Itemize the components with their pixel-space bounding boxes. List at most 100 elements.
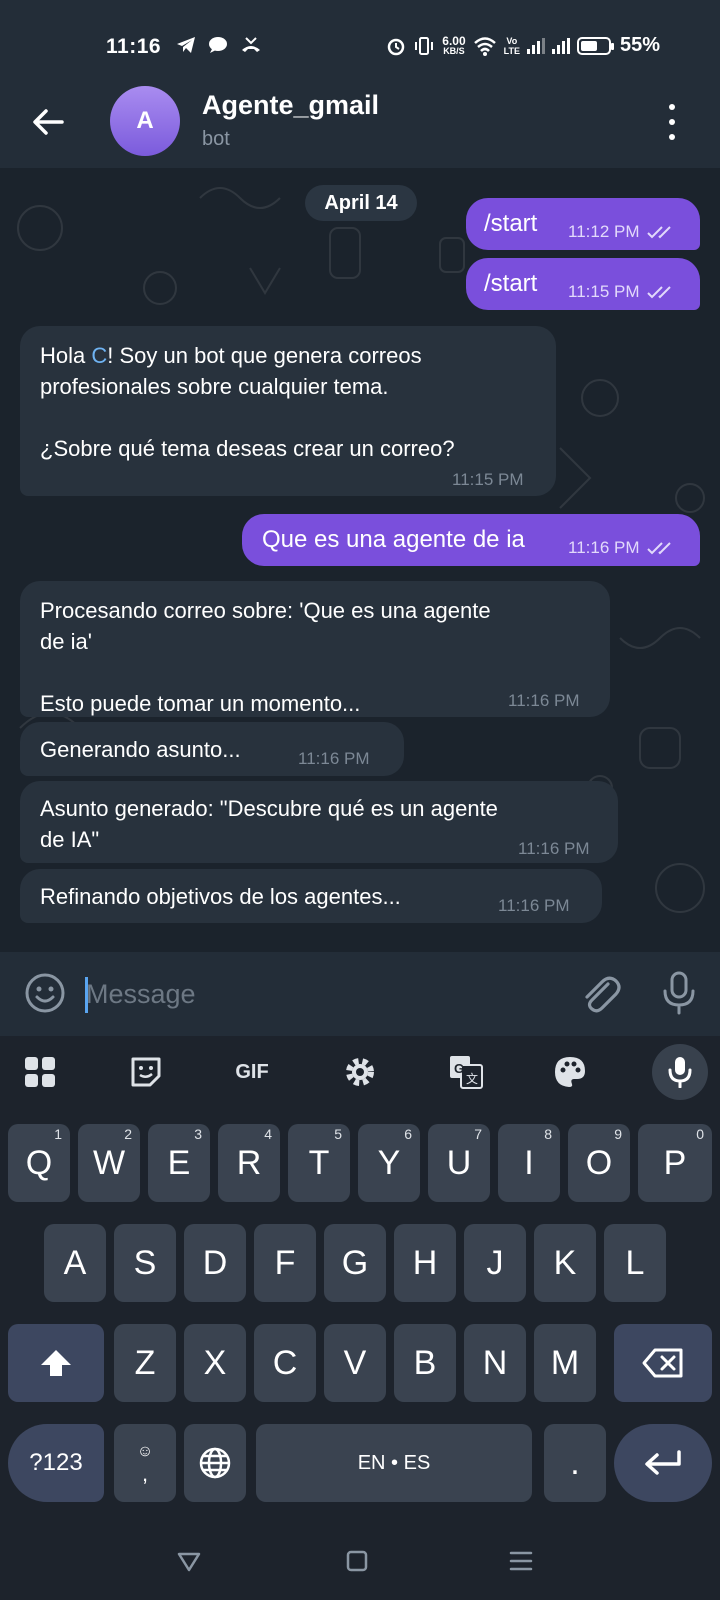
chat-subtitle: bot (202, 128, 230, 150)
battery-icon (576, 36, 614, 55)
key-hint: 3 (194, 1126, 202, 1142)
alarm-icon (388, 38, 405, 55)
apps-grid-icon[interactable] (22, 1054, 58, 1090)
language-globe-key[interactable] (184, 1424, 246, 1502)
key-u[interactable]: U7 (428, 1124, 490, 1202)
recents-menu-icon[interactable] (506, 1546, 536, 1576)
key-label: U (446, 1143, 472, 1182)
theme-palette-icon[interactable] (552, 1054, 588, 1090)
period-key[interactable]: . (544, 1424, 606, 1502)
keyboard: GIF G文 Q1 W2 E3 R4 T5 Y6 U7 I8 O9 P0 A S… (0, 1036, 720, 1526)
text-line: Esto puede tomar un momento... (40, 691, 361, 716)
text-line: Asunto generado: "Descubre qué es un age… (40, 796, 498, 821)
incoming-message[interactable]: Refinando objetivos de los agentes... 11… (20, 869, 602, 923)
back-arrow-icon[interactable] (28, 102, 68, 142)
vibrate-icon (415, 36, 434, 55)
key-h[interactable]: H (394, 1224, 456, 1302)
key-hint: 9 (614, 1126, 622, 1142)
message-input[interactable]: Message (86, 979, 196, 1010)
key-j[interactable]: J (464, 1224, 526, 1302)
message-list[interactable]: April 14 /start 11:12 PM /start 11:15 PM… (0, 168, 720, 952)
incoming-message[interactable]: Asunto generado: "Descubre qué es un age… (20, 781, 618, 863)
message-time: 11:12 PM (568, 222, 640, 241)
avatar[interactable]: A (110, 86, 180, 156)
key-b[interactable]: B (394, 1324, 456, 1402)
key-n[interactable]: N (464, 1324, 526, 1402)
key-label: , (141, 1461, 149, 1486)
key-t[interactable]: T5 (288, 1124, 350, 1202)
key-a[interactable]: A (44, 1224, 106, 1302)
key-l[interactable]: L (604, 1224, 666, 1302)
key-q[interactable]: Q1 (8, 1124, 70, 1202)
key-g[interactable]: G (324, 1224, 386, 1302)
more-menu-icon[interactable] (666, 104, 678, 140)
key-label: W (92, 1143, 126, 1182)
key-v[interactable]: V (324, 1324, 386, 1402)
gif-button[interactable]: GIF (232, 1054, 272, 1090)
enter-key[interactable] (614, 1424, 712, 1502)
key-f[interactable]: F (254, 1224, 316, 1302)
settings-gear-icon[interactable] (342, 1054, 378, 1090)
key-hint: 6 (404, 1126, 412, 1142)
incoming-message[interactable]: Procesando correo sobre: 'Que es una age… (20, 581, 610, 717)
key-x[interactable]: X (184, 1324, 246, 1402)
emoji-icon[interactable] (24, 972, 66, 1014)
backspace-key[interactable] (614, 1324, 712, 1402)
key-k[interactable]: K (534, 1224, 596, 1302)
notification-icons (176, 36, 262, 54)
key-label: Q (25, 1143, 53, 1182)
key-hint: 4 (264, 1126, 272, 1142)
message-time: 11:15 PM (452, 464, 524, 495)
key-o[interactable]: O9 (568, 1124, 630, 1202)
key-e[interactable]: E3 (148, 1124, 210, 1202)
key-label: E (167, 1143, 191, 1182)
chat-header: A Agente_gmail bot (0, 86, 720, 168)
emoji-comma-key[interactable]: ☺ , (114, 1424, 176, 1502)
time-text: 11:16 PM (508, 691, 580, 710)
key-hint: 1 (54, 1126, 62, 1142)
incoming-message[interactable]: Hola C! Soy un bot que genera correos pr… (20, 326, 556, 496)
message-time: 11:15 PM (568, 282, 640, 301)
key-z[interactable]: Z (114, 1324, 176, 1402)
key-r[interactable]: R4 (218, 1124, 280, 1202)
keyboard-toolbar: GIF G文 (0, 1036, 720, 1108)
message-text: Que es una agente de ia (262, 526, 525, 553)
mention[interactable]: C (91, 343, 107, 368)
key-i[interactable]: I8 (498, 1124, 560, 1202)
enter-arrow-icon (645, 1450, 681, 1475)
time-text: 11:15 PM (452, 470, 524, 489)
key-label: R (236, 1143, 262, 1182)
outgoing-message[interactable]: /start 11:12 PM (466, 198, 700, 250)
voice-input-icon[interactable] (652, 1044, 708, 1100)
key-m[interactable]: M (534, 1324, 596, 1402)
sticker-icon[interactable] (128, 1054, 164, 1090)
svg-text:G: G (454, 1061, 464, 1076)
shift-key[interactable] (8, 1324, 104, 1402)
back-triangle-icon[interactable] (174, 1546, 204, 1576)
double-check-icon (646, 225, 671, 238)
key-hint: 5 (334, 1126, 342, 1142)
key-d[interactable]: D (184, 1224, 246, 1302)
outgoing-message[interactable]: Que es una agente de ia 11:16 PM (242, 514, 700, 566)
translate-icon[interactable]: G文 (448, 1054, 484, 1090)
volte-icon: Vo LTE (503, 35, 520, 56)
speed-unit: KB/S (443, 45, 465, 56)
key-p[interactable]: P0 (638, 1124, 712, 1202)
message-text: Hola C! Soy un bot que genera correos pr… (40, 340, 455, 464)
symbols-key[interactable]: ?123 (8, 1424, 104, 1502)
key-c[interactable]: C (254, 1324, 316, 1402)
incoming-message[interactable]: Generando asunto... 11:16 PM (20, 722, 404, 776)
double-check-icon (646, 285, 671, 298)
chat-title[interactable]: Agente_gmail (202, 90, 379, 121)
key-w[interactable]: W2 (78, 1124, 140, 1202)
key-y[interactable]: Y6 (358, 1124, 420, 1202)
microphone-icon[interactable] (660, 970, 698, 1016)
key-s[interactable]: S (114, 1224, 176, 1302)
home-square-icon[interactable] (342, 1546, 372, 1576)
attach-icon[interactable] (578, 970, 622, 1016)
system-nav-bar (0, 1526, 720, 1600)
outgoing-message[interactable]: /start 11:15 PM (466, 258, 700, 310)
text-line: de ia' (40, 629, 92, 654)
message-text: Refinando objetivos de los agentes... (40, 884, 401, 909)
space-key[interactable]: EN • ES (256, 1424, 532, 1502)
